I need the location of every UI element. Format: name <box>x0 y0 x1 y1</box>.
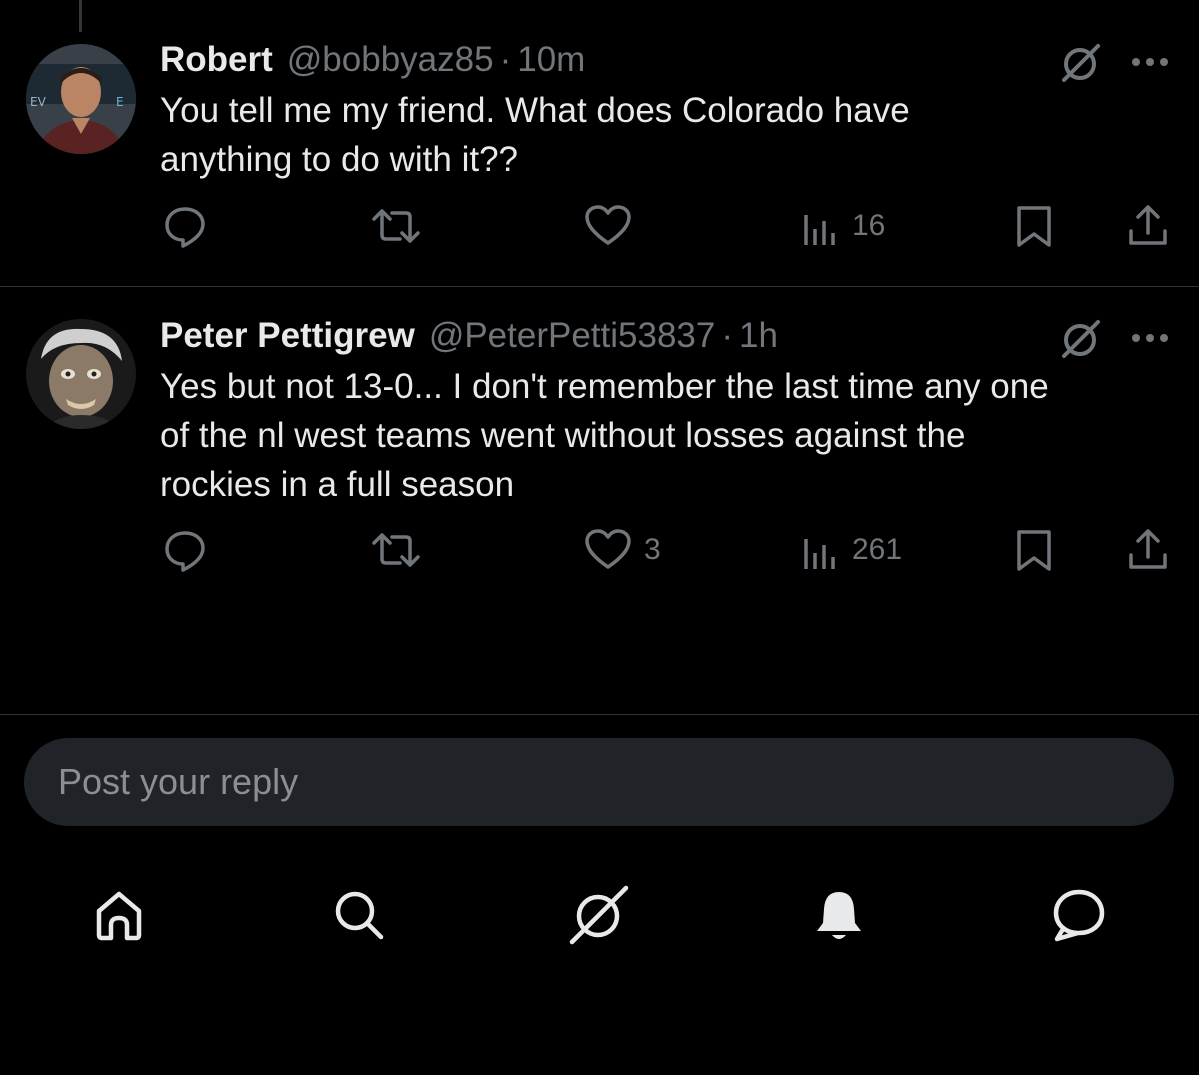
messages-icon <box>1053 889 1105 942</box>
reply-composer[interactable] <box>24 738 1174 826</box>
share-icon <box>1129 529 1167 569</box>
grok-icon[interactable] <box>1058 316 1104 362</box>
more-icon[interactable] <box>1128 328 1172 348</box>
bookmark-icon <box>1017 206 1051 247</box>
user-handle[interactable]: @bobbyaz85 <box>287 40 494 80</box>
tweet-actions: 16 <box>0 198 1199 254</box>
reply-bar-divider <box>0 714 1199 715</box>
views-count: 261 <box>852 533 903 566</box>
views-button[interactable]: 16 <box>800 198 885 254</box>
bookmark-icon <box>1017 530 1051 571</box>
tweet-actions: 3 261 <box>0 522 1199 578</box>
nav-home[interactable] <box>84 880 154 950</box>
tweet-header: Peter Pettigrew @PeterPetti53837 · 1h <box>160 316 778 356</box>
reply-button[interactable] <box>162 522 220 578</box>
views-icon <box>804 539 835 569</box>
share-button[interactable] <box>1126 522 1170 578</box>
avatar[interactable]: EV E <box>26 44 136 154</box>
grok-icon[interactable] <box>1058 40 1104 86</box>
conversation-screen: EV E Robert @bobbyaz85 · 10m You tell me… <box>0 0 1199 1075</box>
avatar-photo-icon: EV E <box>26 44 136 154</box>
search-icon <box>335 891 384 940</box>
bookmark-button[interactable] <box>1014 522 1054 578</box>
repost-button[interactable] <box>370 198 434 254</box>
tweet-text-line: Yes but not 13-0... I don't remember the… <box>160 367 1049 406</box>
like-button[interactable]: 3 <box>584 522 661 578</box>
reply-input[interactable] <box>58 761 1108 803</box>
nav-notifications[interactable] <box>804 880 874 950</box>
like-icon <box>585 205 631 245</box>
timestamp[interactable]: 1h <box>739 316 778 356</box>
bookmark-button[interactable] <box>1014 198 1054 254</box>
share-icon <box>1129 205 1167 245</box>
notifications-icon <box>817 892 861 939</box>
display-name[interactable]: Peter Pettigrew <box>160 316 415 356</box>
user-handle[interactable]: @PeterPetti53837 <box>429 316 716 356</box>
grok-icon <box>569 885 629 945</box>
like-button[interactable] <box>584 198 644 254</box>
nav-grok[interactable] <box>564 880 634 950</box>
tweet-text-line: of the nl west teams went without losses… <box>160 416 966 455</box>
views-count: 16 <box>852 209 886 242</box>
home-icon <box>96 891 142 941</box>
svg-text:E: E <box>116 95 124 109</box>
avatar[interactable] <box>26 319 136 429</box>
reply-icon <box>165 531 205 572</box>
like-icon <box>585 529 631 569</box>
reply-icon <box>165 207 205 248</box>
repost-button[interactable] <box>370 522 434 578</box>
tweet-peter-pettigrew[interactable]: Peter Pettigrew @PeterPetti53837 · 1h Ye… <box>0 286 1199 586</box>
tweet-text-line: You tell me my friend. What does Colorad… <box>160 91 910 130</box>
views-icon <box>804 215 835 245</box>
repost-icon <box>372 209 420 243</box>
reply-button[interactable] <box>162 198 220 254</box>
avatar-photo-icon <box>26 319 136 429</box>
display-name[interactable]: Robert <box>160 40 273 80</box>
separator: · <box>721 316 734 355</box>
nav-search[interactable] <box>324 880 394 950</box>
tweet-text-line: anything to do with it?? <box>160 140 519 179</box>
repost-icon <box>372 533 420 567</box>
svg-text:EV: EV <box>30 95 47 109</box>
tweet-robert[interactable]: EV E Robert @bobbyaz85 · 10m You tell me… <box>0 0 1199 286</box>
tweet-text-line: rockies in a full season <box>160 465 515 504</box>
views-button[interactable]: 261 <box>800 522 902 578</box>
timestamp[interactable]: 10m <box>517 40 585 80</box>
like-count: 3 <box>644 533 661 566</box>
nav-messages[interactable] <box>1044 880 1114 950</box>
more-icon[interactable] <box>1128 52 1172 72</box>
share-button[interactable] <box>1126 198 1170 254</box>
separator: · <box>499 40 512 79</box>
tweet-header: Robert @bobbyaz85 · 10m <box>160 40 585 80</box>
tweet-text: You tell me my friend. What does Colorad… <box>160 86 1170 184</box>
tweet-text: Yes but not 13-0... I don't remember the… <box>160 362 1170 509</box>
